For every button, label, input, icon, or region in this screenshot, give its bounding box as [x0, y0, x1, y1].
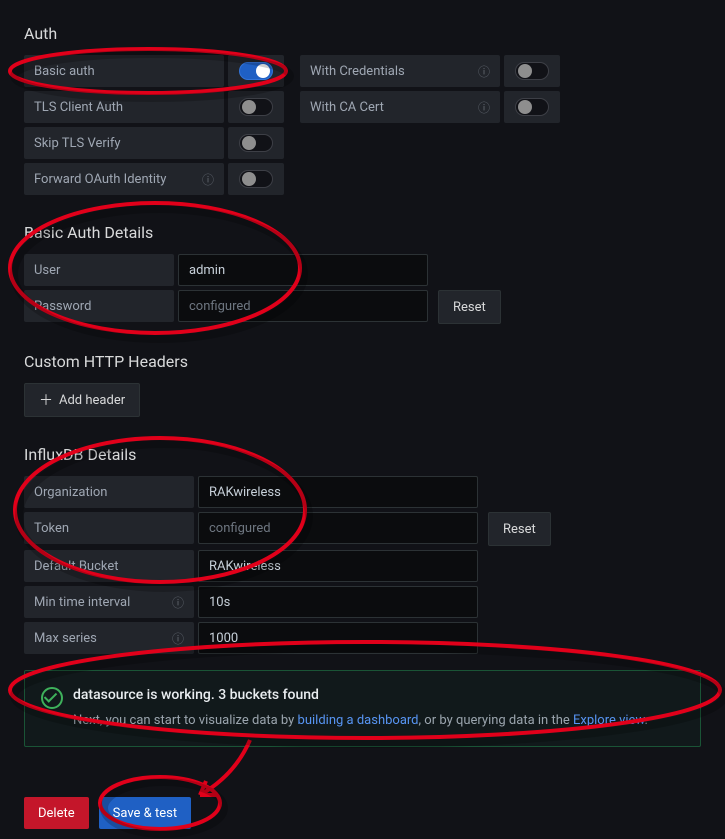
info-icon[interactable]: ⓘ — [172, 630, 184, 647]
with-credentials-toggle[interactable] — [515, 62, 549, 80]
forward-oauth-toggle[interactable] — [239, 170, 273, 188]
basic-auth-details-section: Basic Auth Details User admin Password c… — [24, 223, 701, 324]
min-time-interval-input[interactable]: 10s — [198, 586, 478, 618]
alert-title: datasource is working. 3 buckets found — [73, 687, 684, 703]
skip-tls-verify-label: Skip TLS Verify — [24, 127, 224, 159]
token-label: Token — [24, 512, 194, 544]
delete-button[interactable]: Delete — [24, 797, 89, 829]
auth-title: Auth — [24, 24, 701, 43]
custom-headers-section: Custom HTTP Headers Add header — [24, 352, 701, 417]
info-icon[interactable]: ⓘ — [478, 99, 490, 116]
influx-details-title: InfluxDB Details — [24, 445, 701, 464]
with-ca-cert-toggle-cell[interactable] — [504, 91, 560, 123]
tls-client-auth-toggle-cell[interactable] — [228, 91, 284, 123]
basic-auth-details-title: Basic Auth Details — [24, 223, 701, 242]
min-time-interval-label: Min time interval ⓘ — [24, 586, 194, 618]
password-reset-button[interactable]: Reset — [438, 290, 501, 324]
user-input[interactable]: admin — [178, 254, 428, 286]
alert-message: Next, you can start to visualize data by… — [73, 713, 684, 728]
password-input[interactable]: configured — [178, 290, 428, 322]
basic-auth-toggle-cell[interactable] — [228, 55, 284, 87]
default-bucket-input[interactable]: RAKwireless — [198, 550, 478, 582]
user-label: User — [24, 254, 174, 286]
info-icon[interactable]: ⓘ — [202, 171, 214, 188]
add-header-button[interactable]: Add header — [24, 383, 140, 417]
with-credentials-toggle-cell[interactable] — [504, 55, 560, 87]
explore-view-link[interactable]: Explore view — [573, 713, 644, 728]
with-credentials-label: With Credentials ⓘ — [300, 55, 500, 87]
custom-headers-title: Custom HTTP Headers — [24, 352, 701, 371]
org-input[interactable]: RAKwireless — [198, 476, 478, 508]
save-test-button[interactable]: Save & test — [99, 797, 191, 829]
skip-tls-verify-toggle-cell[interactable] — [228, 127, 284, 159]
password-label: Password — [24, 290, 174, 322]
with-ca-cert-toggle[interactable] — [515, 98, 549, 116]
basic-auth-toggle[interactable] — [239, 62, 273, 80]
info-icon[interactable]: ⓘ — [172, 594, 184, 611]
default-bucket-label: Default Bucket — [24, 550, 194, 582]
datasource-alert: datasource is working. 3 buckets found N… — [24, 670, 701, 747]
influx-details-section: InfluxDB Details Organization RAKwireles… — [24, 445, 701, 654]
footer: Delete Save & test — [24, 797, 701, 829]
with-ca-cert-label: With CA Cert ⓘ — [300, 91, 500, 123]
skip-tls-verify-toggle[interactable] — [239, 134, 273, 152]
forward-oauth-toggle-cell[interactable] — [228, 163, 284, 195]
token-reset-button[interactable]: Reset — [488, 512, 551, 546]
build-dashboard-link[interactable]: building a dashboard — [298, 713, 419, 728]
max-series-label: Max series ⓘ — [24, 622, 194, 654]
basic-auth-label: Basic auth — [24, 55, 224, 87]
tls-client-auth-toggle[interactable] — [239, 98, 273, 116]
tls-client-auth-label: TLS Client Auth — [24, 91, 224, 123]
forward-oauth-label: Forward OAuth Identity ⓘ — [24, 163, 224, 195]
info-icon[interactable]: ⓘ — [478, 63, 490, 80]
org-label: Organization — [24, 476, 194, 508]
auth-section: Auth Basic auth With Credentials ⓘ TLS C… — [24, 24, 701, 195]
token-input[interactable]: configured — [198, 512, 478, 544]
max-series-input[interactable]: 1000 — [198, 622, 478, 654]
